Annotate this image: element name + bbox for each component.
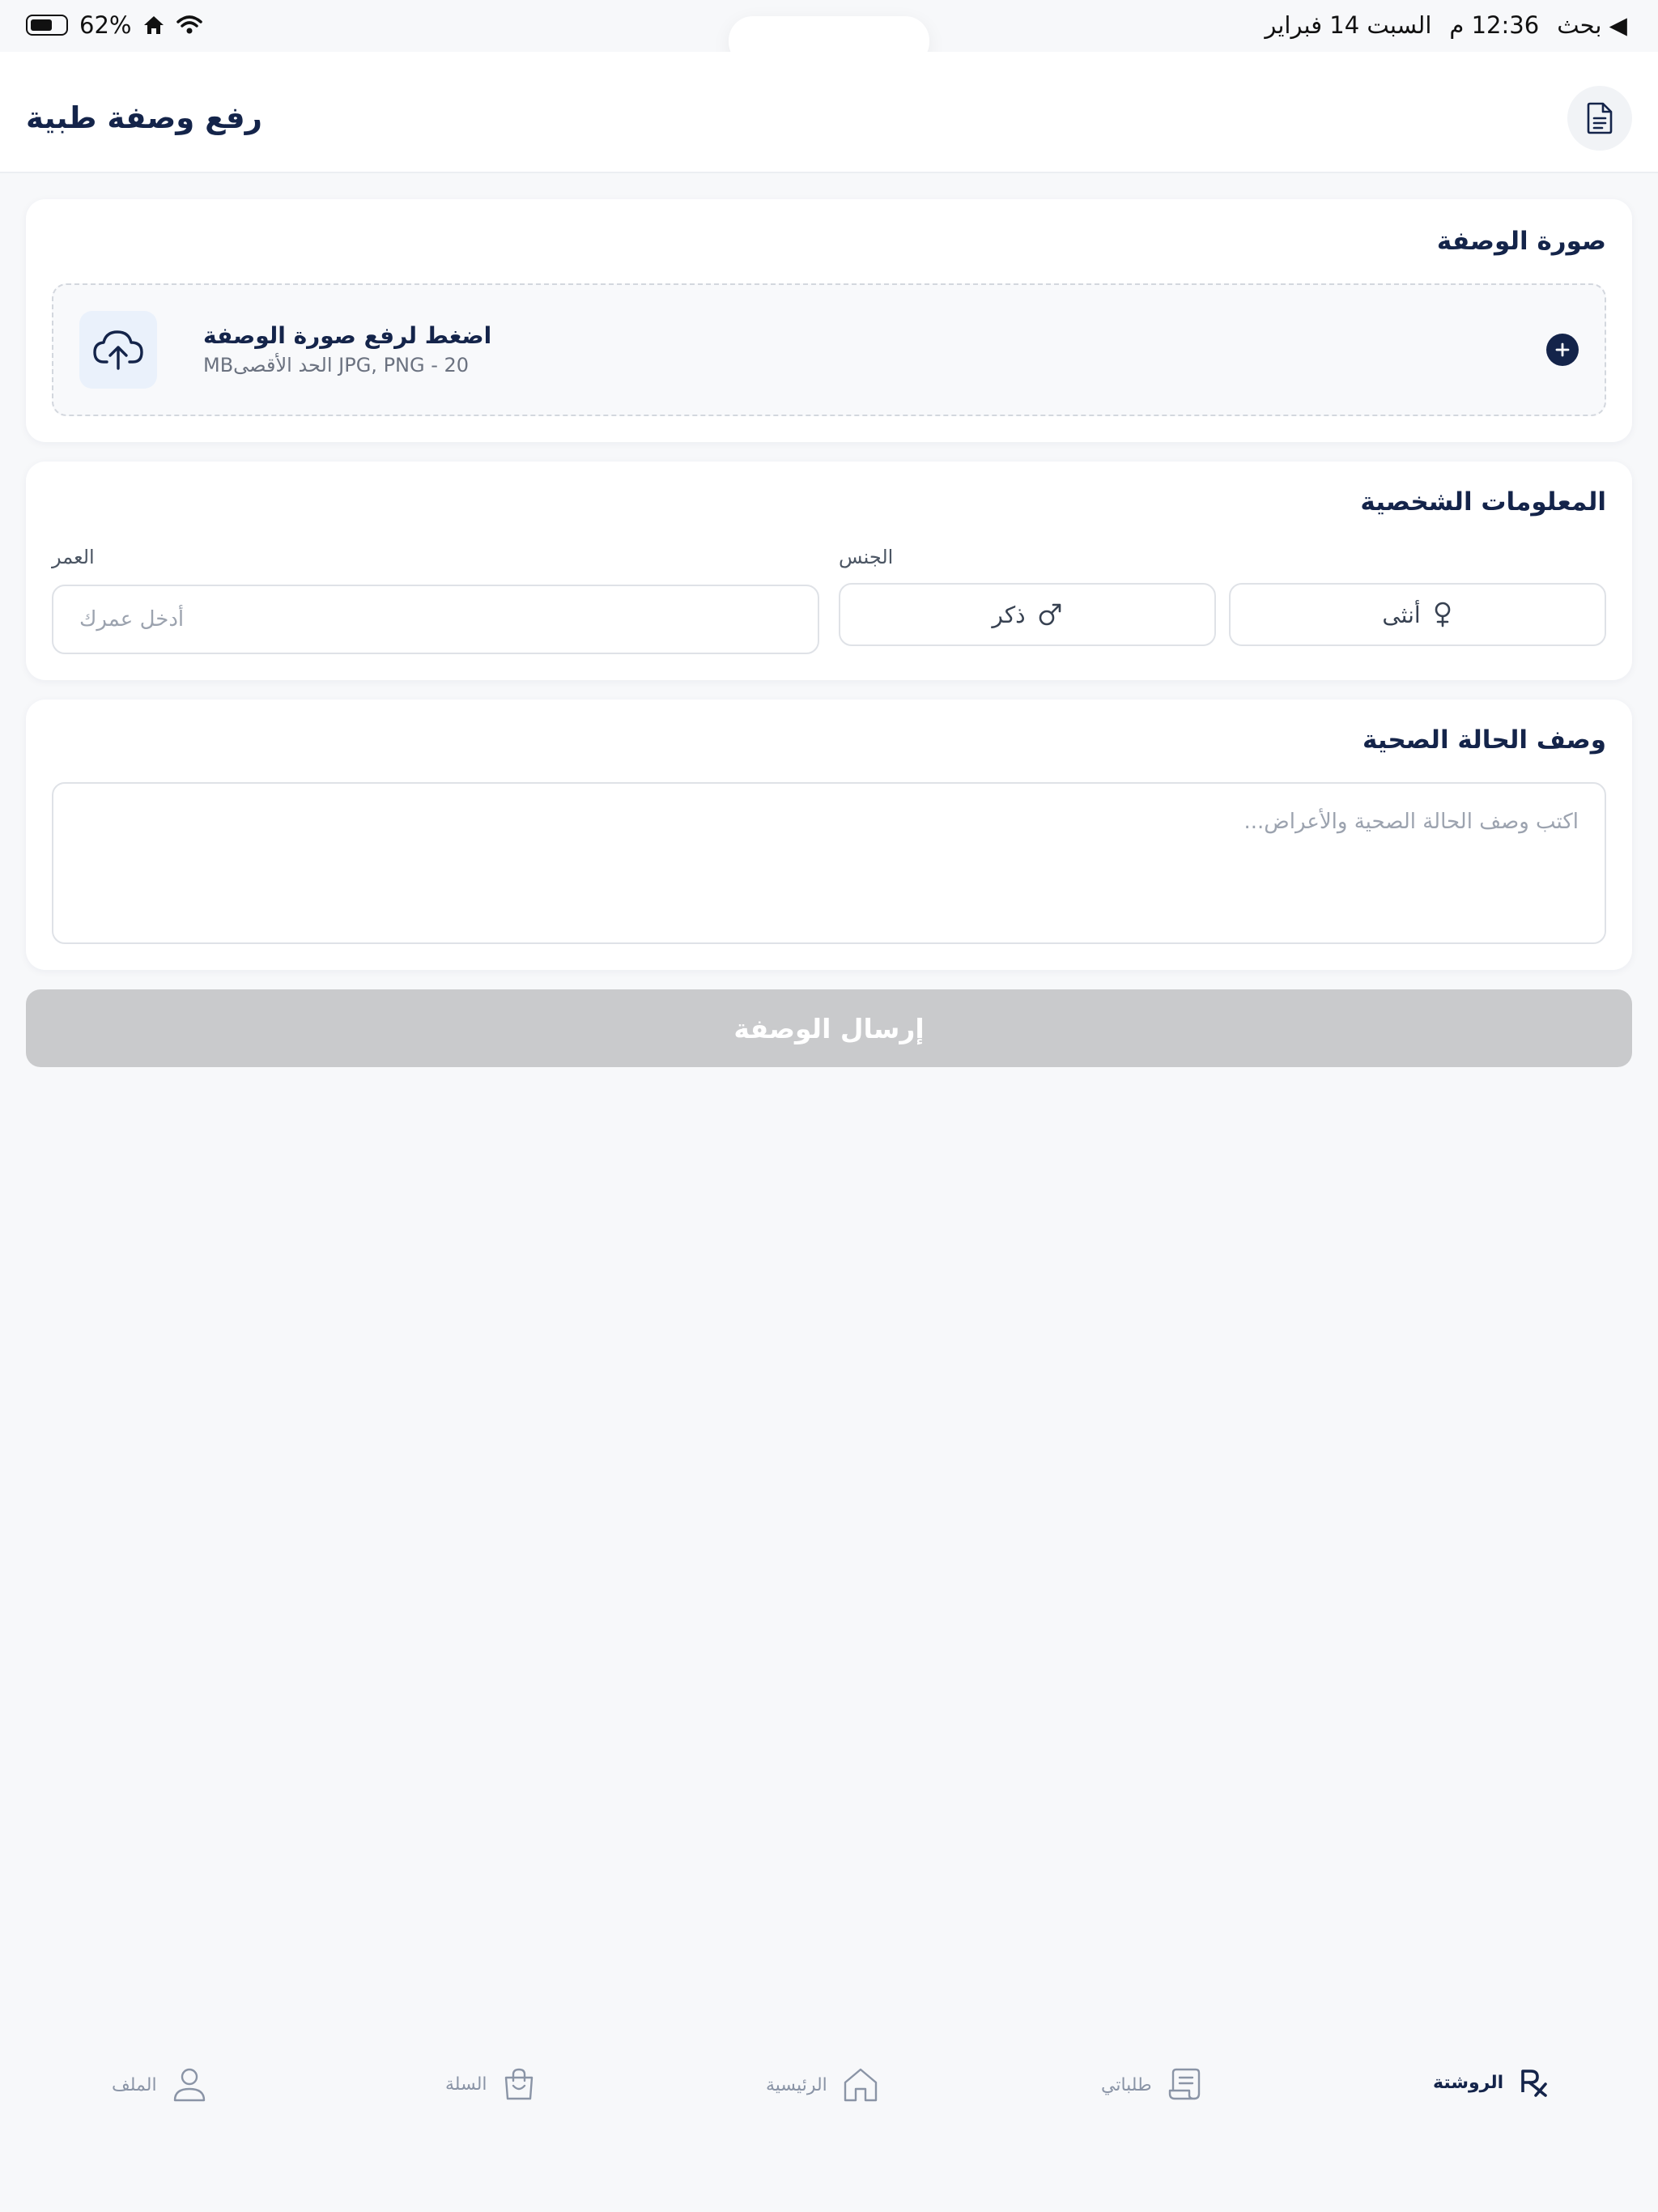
nav-item-cart[interactable]: السلة: [445, 2066, 536, 2102]
age-input[interactable]: أدخل عمرك: [52, 585, 819, 654]
battery-percent: 62%: [79, 11, 132, 39]
nav-label-home: الرئيسية: [766, 2074, 827, 2095]
status-time: 12:36 م: [1449, 11, 1540, 39]
female-label: أنثى: [1382, 601, 1421, 628]
male-label: ذكر: [992, 601, 1026, 628]
submit-prescription-button[interactable]: إرسال الوصفة: [26, 989, 1632, 1067]
cloud-upload-icon: [93, 330, 143, 370]
upload-title: اضغط لرفع صورة الوصفة: [203, 322, 492, 349]
nav-item-home[interactable]: الرئيسية: [766, 2066, 879, 2104]
home-status-icon: [144, 16, 164, 34]
plus-icon: [1555, 342, 1570, 357]
bottom-nav: الروشتة طلباتي الرئيسية السلة الملف: [0, 2040, 1658, 2212]
health-description-card: وصف الحالة الصحية اكتب وصف الحالة الصحية…: [26, 700, 1632, 970]
wifi-icon: [176, 15, 203, 34]
prescription-image-card: صورة الوصفة اضغط لرفع صورة الوصفة JPG, P…: [26, 199, 1632, 442]
age-label: العمر: [52, 546, 95, 568]
page-title: رفع وصفة طبية: [26, 100, 262, 135]
male-icon: [1039, 603, 1061, 626]
nav-item-profile[interactable]: الملف: [112, 2066, 207, 2104]
male-button[interactable]: ذكر: [839, 583, 1216, 646]
document-button[interactable]: [1567, 86, 1632, 151]
nav-label-cart: السلة: [445, 2074, 487, 2095]
add-image-button[interactable]: [1546, 334, 1579, 366]
nav-item-orders[interactable]: طلباتي: [1101, 2066, 1204, 2104]
app-header: رفع وصفة طبية: [0, 52, 1658, 173]
receipt-icon: [1168, 2068, 1200, 2100]
female-icon: [1435, 602, 1450, 627]
bag-icon: [504, 2068, 533, 2100]
female-button[interactable]: أنثى: [1229, 583, 1606, 646]
upload-icon-box: [79, 311, 157, 389]
gender-label: الجنس: [839, 546, 894, 568]
status-icons: 62%: [26, 11, 203, 39]
user-icon: [173, 2068, 205, 2102]
health-description-title: وصف الحالة الصحية: [1362, 725, 1606, 755]
nav-label-prescription: الروشتة: [1433, 2072, 1504, 2093]
home-icon: [844, 2068, 877, 2102]
nav-item-prescription[interactable]: الروشتة: [1433, 2066, 1550, 2099]
upload-hint: JPG, PNG - 20 الحد الأقصىMB: [203, 354, 470, 376]
upload-text: اضغط لرفع صورة الوصفة JPG, PNG - 20 الحد…: [203, 322, 491, 376]
upload-dropzone[interactable]: اضغط لرفع صورة الوصفة JPG, PNG - 20 الحد…: [52, 283, 1606, 416]
status-date: السبت 14 فبراير: [1265, 11, 1432, 39]
document-icon: [1587, 102, 1613, 134]
prescription-image-title: صورة الوصفة: [1436, 227, 1606, 256]
back-to-search[interactable]: ◀ بحث: [1557, 11, 1627, 39]
submit-label: إرسال الوصفة: [733, 1012, 925, 1044]
personal-info-title: المعلومات الشخصية: [1360, 487, 1606, 517]
status-text: ◀ بحث 12:36 م السبت 14 فبراير: [1265, 11, 1627, 39]
rx-icon: [1521, 2069, 1547, 2097]
battery-icon: [26, 15, 68, 36]
back-label: بحث: [1557, 11, 1602, 39]
health-placeholder: اكتب وصف الحالة الصحية والأعراض...: [1244, 810, 1579, 834]
personal-info-card: المعلومات الشخصية الجنس العمر أدخل عمرك …: [26, 462, 1632, 680]
nav-label-profile: الملف: [112, 2074, 157, 2095]
nav-label-orders: طلباتي: [1101, 2074, 1152, 2095]
health-description-textarea[interactable]: اكتب وصف الحالة الصحية والأعراض...: [52, 782, 1606, 944]
age-placeholder: أدخل عمرك: [79, 607, 185, 632]
